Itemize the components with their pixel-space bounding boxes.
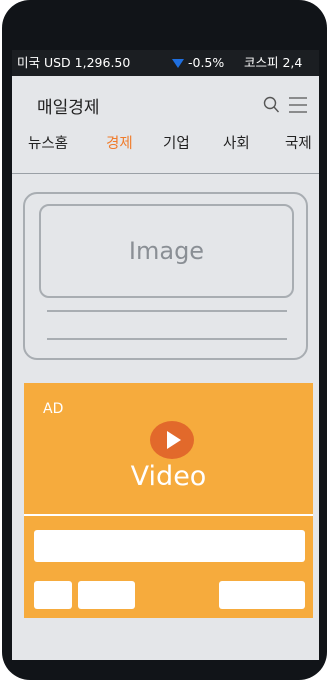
- article-image: Image: [39, 204, 294, 298]
- ad-label: AD: [43, 401, 64, 417]
- play-icon[interactable]: [150, 421, 194, 459]
- down-triangle-icon: [172, 50, 184, 76]
- tab-economy[interactable]: 경제: [106, 132, 133, 153]
- ad-cta-button[interactable]: [219, 581, 305, 609]
- ad-divider: [24, 514, 313, 516]
- search-icon[interactable]: [263, 96, 279, 114]
- headline-line: [47, 310, 287, 312]
- ticker-usd: 미국 USD 1,296.50: [17, 55, 131, 70]
- page-title: 매일경제: [37, 98, 100, 118]
- menu-icon[interactable]: [288, 96, 308, 114]
- image-placeholder-label: Image: [128, 237, 205, 265]
- nav-divider: [12, 173, 319, 174]
- app-screen: 매일경제 뉴스홈 경제 기업 사회 국제 Image AD Video: [12, 76, 319, 660]
- ad-small-button-1[interactable]: [34, 581, 72, 609]
- tab-news-home[interactable]: 뉴스홈: [28, 132, 68, 153]
- ad-banner[interactable]: AD Video: [24, 383, 313, 618]
- ticker-kospi: 코스피 2,4: [244, 55, 303, 70]
- ticker-change: -0.5%: [188, 55, 225, 70]
- tab-international[interactable]: 국제: [285, 132, 312, 153]
- summary-line: [47, 338, 287, 340]
- ad-small-button-2[interactable]: [78, 581, 135, 609]
- video-label: Video: [130, 461, 207, 492]
- phone-frame: 미국 USD 1,296.50 -0.5% 코스피 2,4 매일경제 뉴스홈 경…: [2, 0, 327, 680]
- ad-title-bar: [34, 530, 305, 562]
- ticker-bar: 미국 USD 1,296.50 -0.5% 코스피 2,4: [12, 50, 319, 76]
- article-card[interactable]: Image: [23, 192, 308, 360]
- tab-business[interactable]: 기업: [163, 132, 190, 153]
- tab-society[interactable]: 사회: [223, 132, 250, 153]
